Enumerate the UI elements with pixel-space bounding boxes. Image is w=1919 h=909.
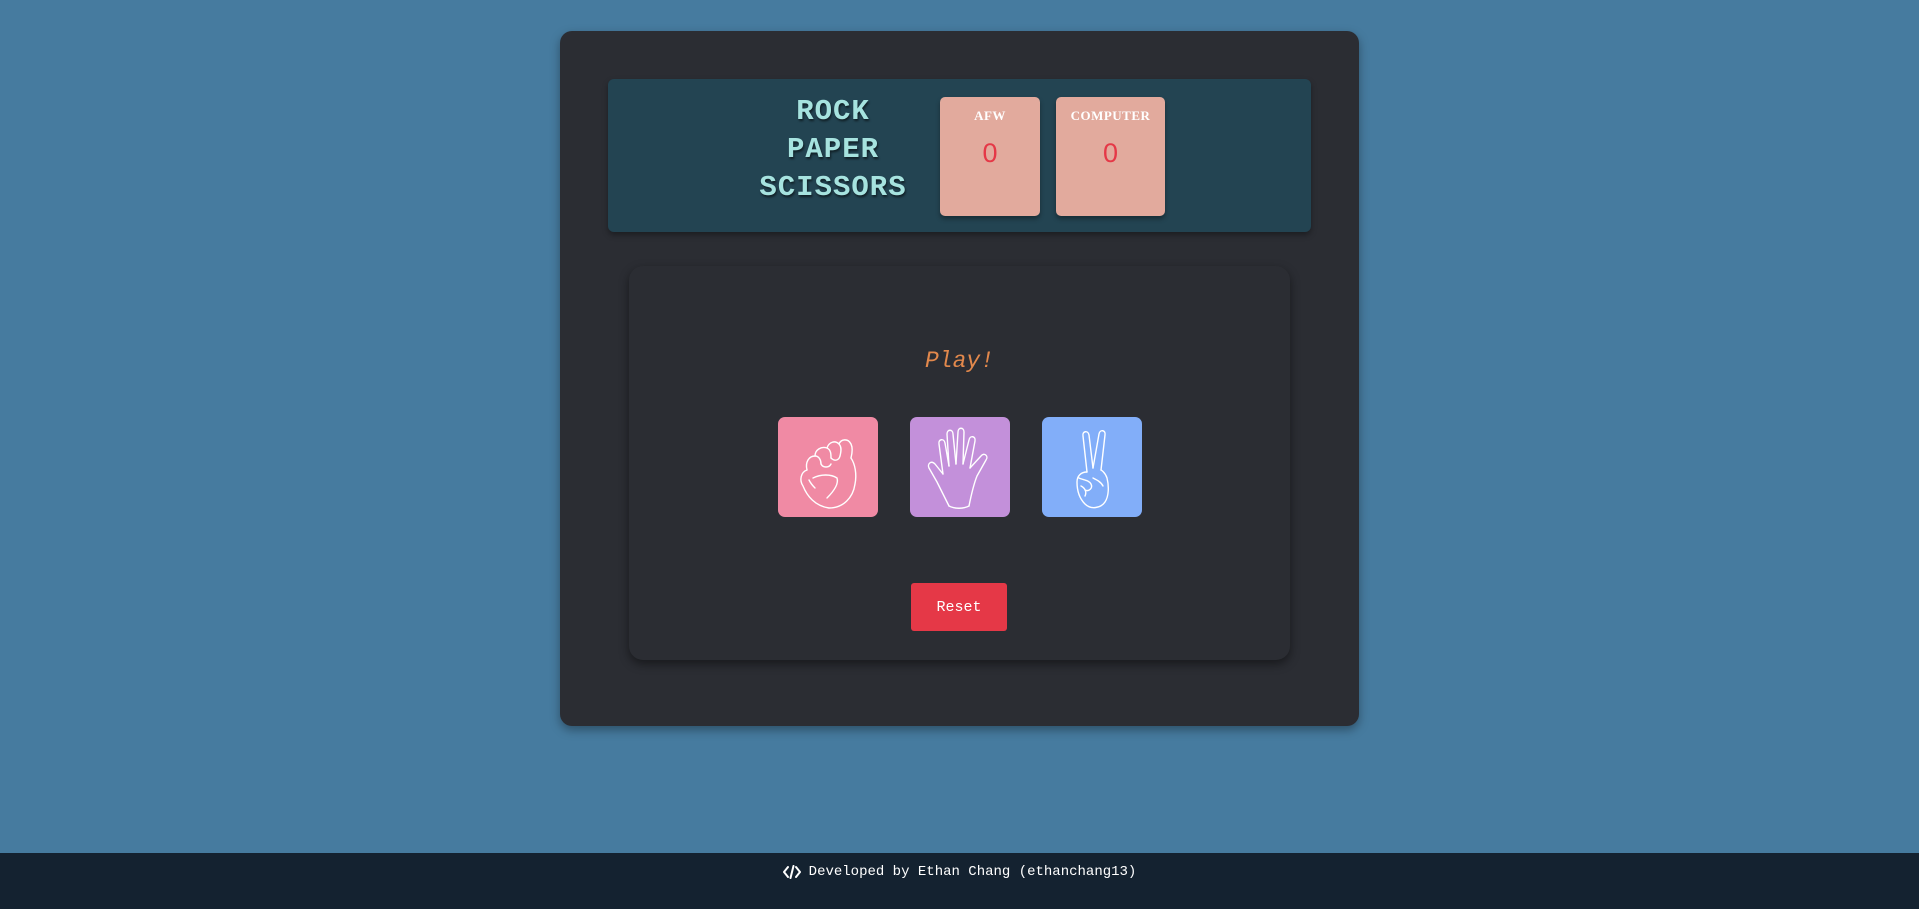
footer: Developed by Ethan Chang (ethanchang13) [0,853,1919,909]
game-panel: Play! Reset [629,266,1290,660]
scoreboard: ROCK PAPER SCISSORS AFW 0 COMPUTER 0 [608,79,1311,232]
rock-button[interactable] [777,417,878,517]
status-message: Play! [924,348,994,374]
page: ROCK PAPER SCISSORS AFW 0 COMPUTER 0 Pla… [0,0,1919,909]
reset-button[interactable]: Reset [911,583,1007,631]
fist-icon [799,439,856,509]
game-title: ROCK PAPER SCISSORS [743,93,923,207]
peace-hand-icon [1075,430,1109,509]
player-score-card: AFW 0 [940,97,1040,216]
player-name: AFW [974,108,1006,123]
scissors-button[interactable] [1041,417,1142,517]
code-icon [782,865,801,879]
footer-credit: Developed by Ethan Chang (ethanchang13) [808,864,1137,880]
choices-row [629,417,1290,517]
paper-button[interactable] [909,417,1010,517]
title-line-paper: PAPER [786,133,879,166]
title-line-rock: ROCK [796,95,870,128]
computer-score: 0 [1102,138,1119,168]
computer-name: COMPUTER [1070,108,1151,123]
game-container: ROCK PAPER SCISSORS AFW 0 COMPUTER 0 Pla… [560,31,1359,726]
computer-score-card: COMPUTER 0 [1056,97,1165,216]
player-score: 0 [982,138,998,168]
title-line-scissors: SCISSORS [759,171,907,204]
open-hand-icon [927,427,988,509]
